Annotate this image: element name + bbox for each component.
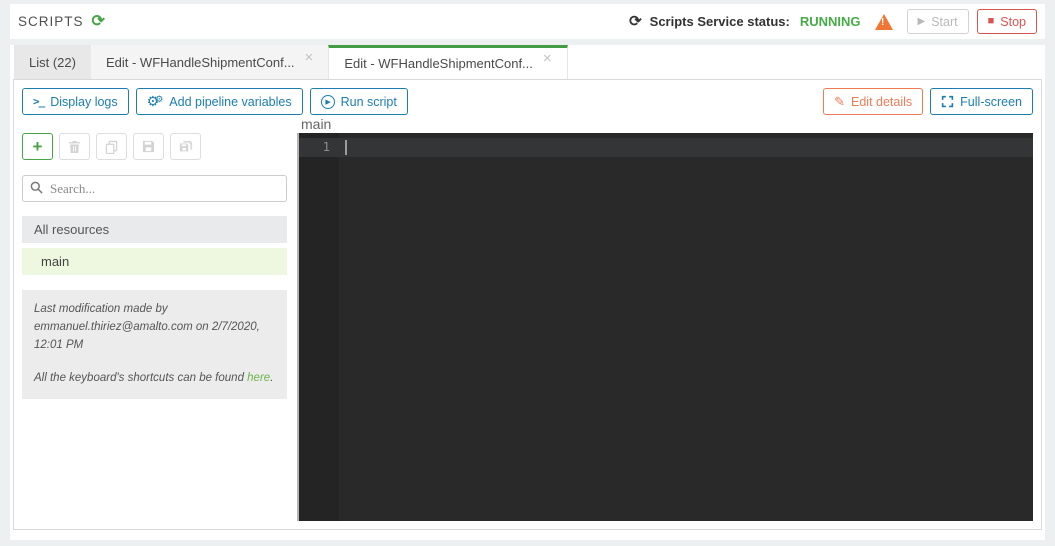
start-button-label: Start <box>931 14 958 29</box>
header-right: ⟳ Scripts Service status: RUNNING ▶ Star… <box>629 9 1037 34</box>
panel-toolbar: >_ Display logs ⚙⚙ Add pipeline variable… <box>22 88 1033 115</box>
search-icon <box>30 181 43 194</box>
play-circle-icon: ▶ <box>320 94 335 109</box>
close-icon[interactable]: × <box>543 51 552 66</box>
tab-edit-1-label: Edit - WFHandleShipmentConf... <box>105 54 295 70</box>
fullscreen-label: Full-screen <box>960 94 1022 109</box>
header-bar: SCRIPTS ⟳ ⟳ Scripts Service status: RUNN… <box>10 4 1045 39</box>
toolbar-right: ✎ Edit details Full-screen <box>823 88 1033 115</box>
service-status-label: Scripts Service status: <box>649 14 790 29</box>
stop-icon: ■ <box>987 15 995 27</box>
resource-actions: + <box>22 133 287 160</box>
trash-icon <box>68 140 81 153</box>
shortcuts-text-suffix: . <box>270 372 274 385</box>
shortcuts-text-prefix: All the keyboard's shortcuts can be foun… <box>34 372 248 385</box>
run-script-button[interactable]: ▶ Run script <box>309 88 408 115</box>
terminal-icon: >_ <box>33 95 45 108</box>
tab-list[interactable]: List (22) <box>14 45 91 79</box>
add-pipeline-variables-button[interactable]: ⚙⚙ Add pipeline variables <box>135 88 303 115</box>
resources-sidebar: + Search... All resources main Last modi… <box>22 133 287 521</box>
shortcuts-text: All the keyboard's shortcuts can be foun… <box>34 370 275 388</box>
add-pipeline-variables-label: Add pipeline variables <box>169 94 292 109</box>
service-status-value: RUNNING <box>799 14 861 29</box>
add-resource-button[interactable]: + <box>22 133 53 160</box>
tab-edit-2-active[interactable]: Edit - WFHandleShipmentConf... × <box>328 45 568 79</box>
gears-icon: ⚙⚙ <box>146 93 164 109</box>
tab-list-label: List (22) <box>29 54 76 70</box>
save-all-resources-button[interactable] <box>170 133 201 160</box>
pencil-icon: ✎ <box>834 93 846 109</box>
warning-icon <box>874 13 893 30</box>
page-title: SCRIPTS <box>18 14 84 29</box>
resource-group-all[interactable]: All resources <box>22 216 287 243</box>
search-input[interactable] <box>22 175 287 202</box>
header-left: SCRIPTS ⟳ <box>18 13 105 30</box>
status-refresh-icon[interactable]: ⟳ <box>629 14 642 29</box>
editor-column: main 1 <box>297 117 1033 521</box>
toolbar-left: >_ Display logs ⚙⚙ Add pipeline variable… <box>22 88 408 115</box>
fullscreen-icon <box>941 95 954 108</box>
resource-group-label: All resources <box>34 222 110 237</box>
code-editor[interactable]: 1 <box>297 133 1033 521</box>
save-icon <box>142 140 155 153</box>
start-button[interactable]: ▶ Start <box>906 9 969 34</box>
page: SCRIPTS ⟳ ⟳ Scripts Service status: RUNN… <box>0 0 1055 540</box>
last-modification-text: Last modification made by emmanuel.thiri… <box>34 303 260 351</box>
tab-edit-2-label: Edit - WFHandleShipmentConf... <box>344 56 533 71</box>
content-card: List (22) Edit - WFHandleShipmentConf...… <box>10 45 1045 540</box>
resource-item-label: main <box>41 254 70 269</box>
editor-active-line <box>299 138 1033 157</box>
editor-cursor <box>345 140 347 155</box>
save-all-icon <box>179 140 192 151</box>
tab-bar: List (22) Edit - WFHandleShipmentConf...… <box>13 45 1042 79</box>
edit-details-label: Edit details <box>851 94 913 109</box>
shortcuts-link[interactable]: here <box>247 372 270 384</box>
refresh-icon[interactable]: ⟳ <box>92 13 105 30</box>
editor-resource-title: main <box>301 116 332 132</box>
info-box: Last modification made by emmanuel.thiri… <box>22 290 287 400</box>
editor-gutter <box>299 133 339 521</box>
fullscreen-button[interactable]: Full-screen <box>930 88 1033 115</box>
resource-item-main[interactable]: main <box>22 248 287 275</box>
tab-content-panel: >_ Display logs ⚙⚙ Add pipeline variable… <box>13 79 1042 530</box>
stop-button[interactable]: ■ Stop <box>976 9 1037 34</box>
tab-edit-1[interactable]: Edit - WFHandleShipmentConf... × <box>90 45 329 79</box>
plus-icon: + <box>32 136 43 156</box>
edit-details-button[interactable]: ✎ Edit details <box>823 88 924 115</box>
delete-resource-button[interactable] <box>59 133 90 160</box>
stop-button-label: Stop <box>1000 14 1026 29</box>
display-logs-label: Display logs <box>50 94 118 109</box>
editor-line-number: 1 <box>322 140 330 154</box>
run-script-label: Run script <box>340 94 397 109</box>
display-logs-button[interactable]: >_ Display logs <box>22 88 129 115</box>
close-icon[interactable]: × <box>305 50 314 65</box>
panel-body: + Search... All resources main Last modi… <box>22 117 1033 521</box>
play-icon: ▶ <box>917 15 926 27</box>
copy-icon <box>105 140 118 154</box>
copy-resource-button[interactable] <box>96 133 127 160</box>
save-resource-button[interactable] <box>133 133 164 160</box>
search-wrap <box>22 175 287 202</box>
